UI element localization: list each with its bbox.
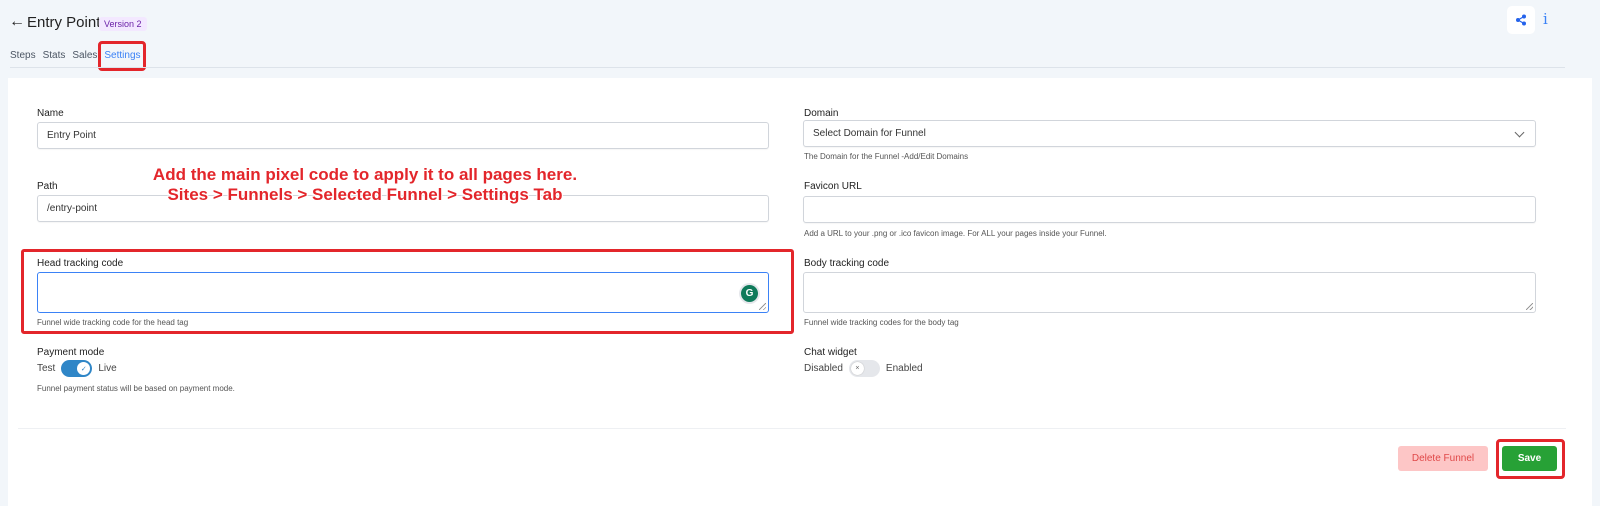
check-icon: ✓ <box>77 362 91 375</box>
payment-mode-off-label: Test <box>37 363 56 374</box>
favicon-label: Favicon URL <box>804 181 862 192</box>
body-tracking-label: Body tracking code <box>804 258 890 269</box>
head-tracking-label: Head tracking code <box>37 258 124 269</box>
body-tracking-help: Funnel wide tracking codes for the body … <box>804 318 959 327</box>
favicon-input[interactable] <box>803 196 1536 223</box>
arrow-left-icon[interactable]: ← <box>9 13 25 31</box>
version-badge: Version 2 <box>99 17 147 31</box>
payment-mode-toggle[interactable]: ✓ <box>61 360 93 377</box>
page-title: Entry Point <box>27 14 101 31</box>
payment-mode-on-label: Live <box>98 363 117 374</box>
resize-handle[interactable] <box>1526 303 1533 310</box>
annotation-line-2: Sites > Funnels > Selected Funnel > Sett… <box>167 185 563 204</box>
delete-funnel-button[interactable]: Delete Funnel <box>1398 446 1488 471</box>
name-input[interactable]: Entry Point <box>37 122 769 149</box>
domain-select-value: Select Domain for Funnel <box>813 128 926 139</box>
share-icon <box>1516 14 1526 26</box>
favicon-help: Add a URL to your .png or .ico favicon i… <box>804 229 1107 238</box>
head-tracking-textarea[interactable]: G <box>37 272 769 313</box>
page-header: ← Entry Point Version 2 Steps Stats Sale… <box>0 0 1600 71</box>
annotation-text: Add the main pixel code to apply it to a… <box>100 165 630 205</box>
path-input-value: /entry-point <box>47 203 98 214</box>
payment-mode-row: Test ✓ Live <box>37 360 117 377</box>
path-label: Path <box>37 181 58 192</box>
footer-divider <box>18 428 1566 429</box>
chat-widget-on-label: Enabled <box>885 363 923 374</box>
domain-select[interactable]: Select Domain for Funnel <box>803 120 1536 147</box>
chat-widget-off-label: Disabled <box>804 363 843 374</box>
chevron-down-icon <box>1514 127 1525 138</box>
grammarly-icon[interactable]: G <box>741 285 758 302</box>
header-divider <box>10 67 1565 68</box>
name-input-value: Entry Point <box>47 130 96 141</box>
chat-widget-toggle[interactable]: × <box>848 360 880 377</box>
resize-handle[interactable] <box>759 303 766 310</box>
payment-mode-help: Funnel payment status will be based on p… <box>37 384 235 393</box>
name-label: Name <box>37 108 64 119</box>
info-icon[interactable]: i <box>1543 10 1548 28</box>
domain-help: The Domain for the Funnel -Add/Edit Doma… <box>804 152 969 161</box>
body-tracking-textarea[interactable] <box>803 272 1536 313</box>
head-tracking-help: Funnel wide tracking code for the head t… <box>37 318 189 327</box>
chat-widget-label: Chat widget <box>804 347 857 358</box>
close-icon: × <box>850 362 864 375</box>
payment-mode-label: Payment mode <box>37 347 105 358</box>
domain-label: Domain <box>804 108 839 119</box>
save-button[interactable]: Save <box>1502 446 1557 471</box>
annotation-line-1: Add the main pixel code to apply it to a… <box>152 165 578 184</box>
chat-widget-row: Disabled × Enabled <box>804 360 923 377</box>
share-button[interactable] <box>1507 6 1535 34</box>
